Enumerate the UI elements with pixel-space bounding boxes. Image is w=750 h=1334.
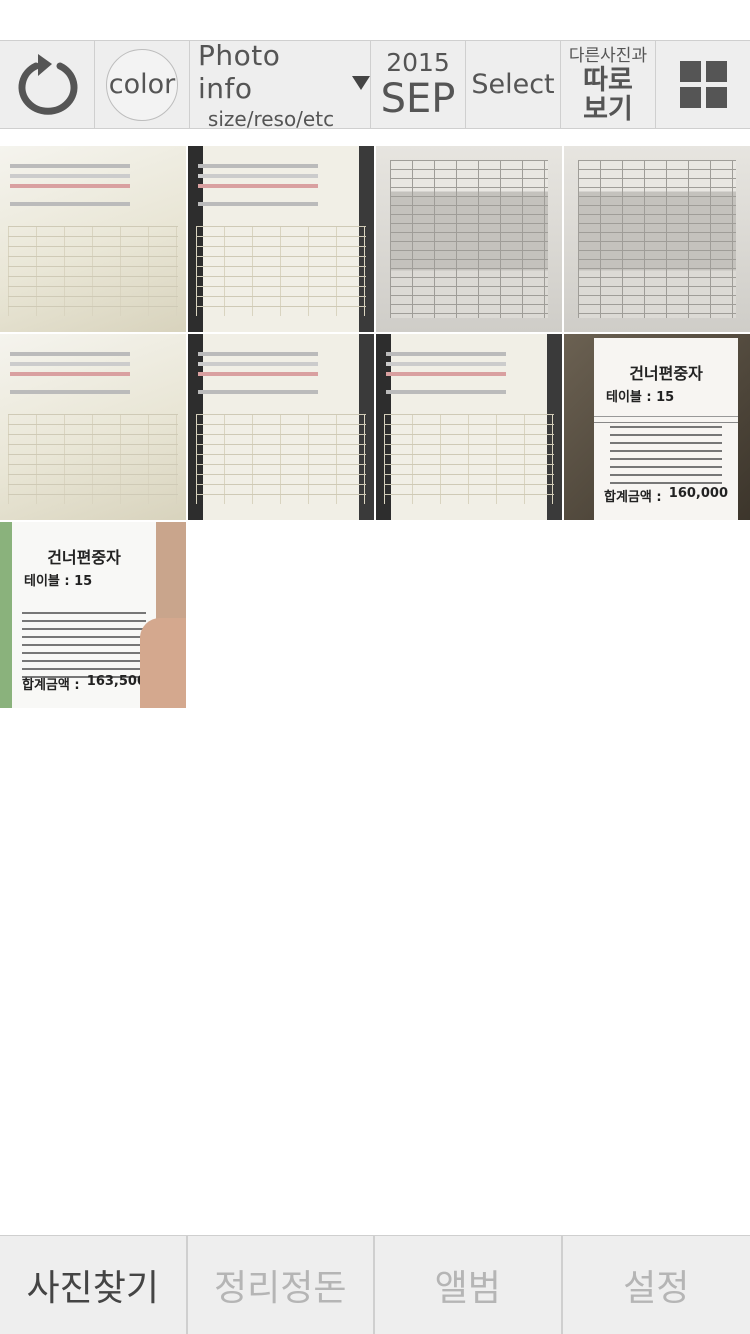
photo-thumbnail[interactable]: 건너편중자 테이블 : 15 합계금액 : 163,500: [0, 522, 186, 708]
photo-thumbnail[interactable]: [188, 334, 374, 520]
photo-receipt: 건너편중자 테이블 : 15 합계금액 : 160,000: [564, 334, 750, 520]
color-label: color: [108, 69, 176, 100]
receipt-total-label: 합계금액 :: [22, 678, 80, 693]
date-year: 2015: [386, 47, 450, 77]
hand-image: [140, 618, 186, 708]
photo-thumbnail[interactable]: [376, 146, 562, 332]
photo-monitor-screen: [0, 334, 186, 520]
bottom-tab-bar: 사진찾기 정리정돈 앨범 설정: [0, 1235, 750, 1334]
tab-find-photos[interactable]: 사진찾기: [0, 1236, 188, 1334]
color-circle: color: [106, 48, 178, 121]
view-separately-button[interactable]: 다른사진과 따로 보기: [561, 41, 656, 128]
photo-info-dropdown[interactable]: Photo info size/reso/etc: [190, 38, 371, 131]
view-separately-line2: 보기: [583, 93, 633, 125]
photo-printed-table: [376, 146, 562, 332]
top-toolbar: color Photo info size/reso/etc 2015 SEP …: [0, 38, 750, 131]
date-button[interactable]: 2015 SEP: [371, 41, 466, 128]
photo-thumbnail[interactable]: [0, 146, 186, 332]
photo-monitor-screen: [188, 146, 374, 332]
receipt-total: 163,500: [86, 674, 146, 689]
photo-info-subtitle: size/reso/etc: [207, 106, 335, 131]
receipt-total-label: 합계금액 :: [604, 490, 662, 505]
photo-receipt: 건너편중자 테이블 : 15 합계금액 : 163,500: [0, 522, 186, 708]
photo-info-title: Photo info: [198, 38, 281, 105]
refresh-back-icon: [18, 53, 78, 115]
receipt-table-number: 테이블 : 15: [24, 574, 93, 589]
receipt-title: 건너편중자: [47, 548, 121, 567]
back-button[interactable]: [0, 41, 95, 128]
receipt-total: 160,000: [668, 486, 728, 501]
photo-thumbnail[interactable]: [188, 146, 374, 332]
receipt-title: 건너편중자: [629, 364, 703, 383]
grid-view-icon: [679, 61, 727, 108]
photo-thumbnail[interactable]: [0, 334, 186, 520]
grid-view-button[interactable]: [656, 41, 750, 128]
photo-monitor-screen: [376, 334, 562, 520]
color-filter-button[interactable]: color: [95, 41, 190, 128]
status-bar: [0, 0, 750, 40]
photo-web-screenshot: [0, 146, 186, 332]
photo-thumbnail[interactable]: 건너편중자 테이블 : 15 합계금액 : 160,000: [564, 334, 750, 520]
view-separately-caption: 다른사진과: [568, 45, 648, 66]
receipt-table-number: 테이블 : 15: [606, 390, 675, 405]
photo-thumbnail[interactable]: [376, 334, 562, 520]
tab-album[interactable]: 앨범: [375, 1236, 563, 1334]
photo-printed-table: [564, 146, 750, 332]
photo-monitor-screen: [188, 334, 374, 520]
view-separately-line1: 따로: [583, 64, 633, 96]
chevron-down-icon: [352, 75, 370, 90]
date-month: SEP: [380, 75, 456, 122]
tab-settings[interactable]: 설정: [563, 1236, 750, 1334]
photo-thumbnail[interactable]: [564, 146, 750, 332]
tab-organize[interactable]: 정리정돈: [188, 1236, 375, 1334]
select-button[interactable]: Select: [466, 41, 561, 128]
select-label: Select: [471, 69, 555, 100]
